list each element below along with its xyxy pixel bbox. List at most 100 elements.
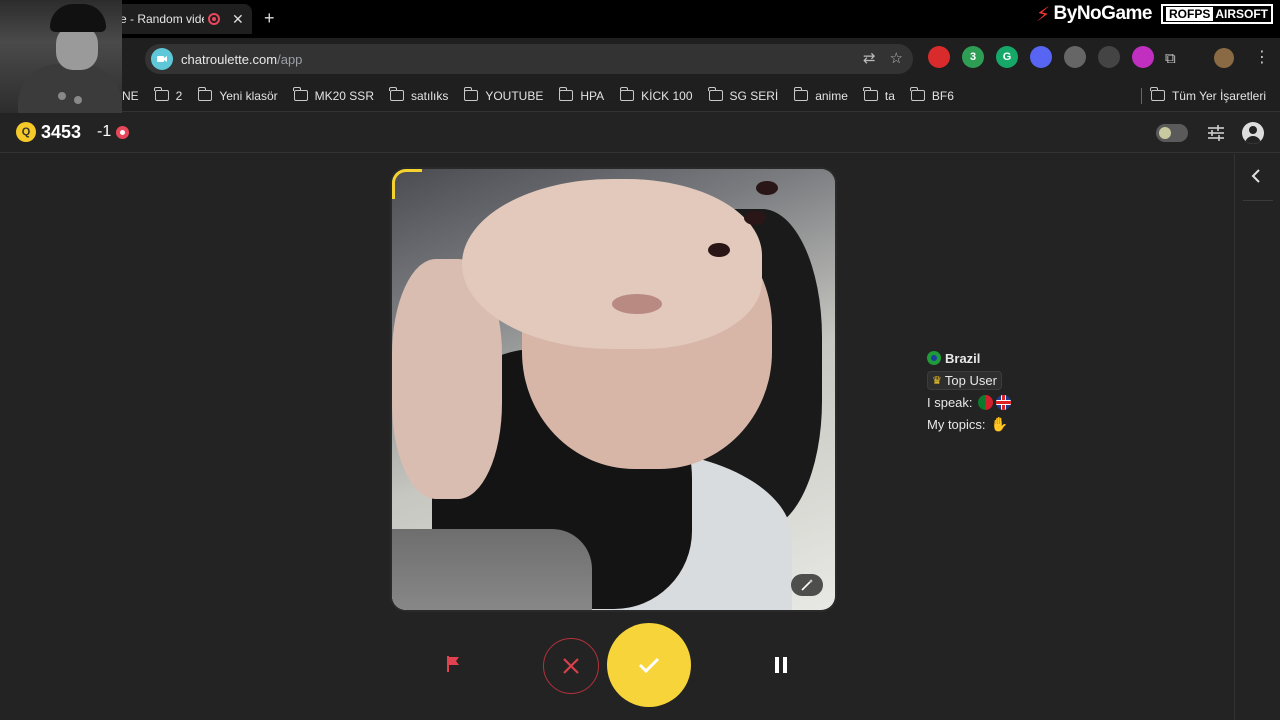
folder-icon	[863, 87, 878, 101]
bookmark-item[interactable]: MK20 SSR	[293, 87, 374, 103]
filters-icon[interactable]	[1206, 123, 1226, 143]
url-path: /app	[277, 51, 303, 67]
url-host: chatroulette.com	[181, 51, 278, 67]
bookmark-label: anime	[815, 88, 848, 103]
accept-button[interactable]	[607, 623, 691, 707]
bookmark-list: NE 2 Yeni klasör MK20 SSR satılıks YOUTUBE HPA…	[122, 87, 970, 103]
bookmark-item[interactable]: satılıks	[389, 87, 449, 103]
waving-hand-icon: ✋	[990, 415, 1008, 432]
bynogame-text: ByNoGame	[1053, 3, 1153, 24]
url-text[interactable]: chatroulette.com/app	[181, 52, 302, 67]
webcam-figure-cap	[50, 4, 106, 32]
shield-ext-icon[interactable]	[1064, 46, 1086, 68]
all-bookmarks-label: Tüm Yer İşaretleri	[1171, 88, 1266, 103]
all-bookmarks-button[interactable]: Tüm Yer İşaretleri	[1150, 87, 1266, 103]
medal-icon	[58, 92, 66, 100]
folder-icon	[154, 87, 169, 101]
folder-icon	[708, 87, 723, 101]
top-user-badge: ♛ Top User	[927, 370, 1002, 390]
bookmark-label: 2	[175, 88, 183, 103]
active-tab[interactable]: e - Random vide ✕	[110, 4, 252, 34]
medal-icon	[74, 96, 82, 104]
green-badge-ext-icon[interactable]: 3	[962, 46, 984, 68]
video-hand	[462, 179, 762, 349]
site-favicon-icon	[151, 48, 173, 70]
video-lips	[612, 294, 662, 314]
bookmark-label: NE	[122, 88, 139, 103]
bookmark-label: SG SERİ	[729, 88, 779, 103]
close-icon	[563, 658, 579, 674]
coin-delta: -1	[97, 123, 112, 140]
folder-icon	[293, 87, 308, 101]
brazil-flag-icon	[927, 351, 941, 365]
bookmark-label: satılıks	[410, 88, 449, 103]
recording-icon	[208, 13, 220, 25]
bookmark-item[interactable]: NE	[122, 89, 139, 103]
bookmark-item[interactable]: 2	[154, 87, 183, 103]
diamond-ext-icon[interactable]	[1098, 46, 1120, 68]
check-icon	[638, 657, 660, 674]
new-tab-button[interactable]: +	[264, 8, 275, 29]
profile-avatar[interactable]	[1214, 48, 1234, 68]
theme-toggle[interactable]	[1156, 124, 1188, 142]
top-user-label: Top User	[944, 372, 997, 388]
video-effects-button[interactable]	[791, 574, 823, 596]
tab-close-icon[interactable]: ✕	[232, 11, 244, 28]
bookmark-item[interactable]: Yeni klasör	[197, 87, 278, 103]
app-header: Q 3453 -1	[0, 113, 1280, 153]
bookmarks-divider	[1141, 88, 1142, 104]
record-dot-icon	[116, 126, 129, 139]
skip-button[interactable]	[543, 638, 599, 694]
red-shield-ext-icon[interactable]	[928, 46, 950, 68]
video-nail	[744, 211, 766, 225]
airsoft-text: AIRSOFT	[1215, 7, 1269, 21]
folder-icon	[197, 87, 213, 101]
portugal-flag-icon	[977, 394, 993, 410]
folder-icon	[389, 87, 404, 101]
partner-video	[392, 169, 835, 610]
bynogame-logo: ⚡ ByNoGame	[1036, 2, 1152, 26]
bookmark-item[interactable]: anime	[793, 87, 848, 103]
folder-icon	[463, 87, 479, 101]
rofps-logo: ROFPS AIRSOFT	[1161, 4, 1274, 24]
uk-flag-icon	[995, 394, 1011, 410]
folder-icon	[619, 87, 635, 101]
tab-strip: e - Random vide ✕ + ⚡ ByNoGame ROFPS AIR…	[0, 0, 1280, 38]
bookmark-label: Yeni klasör	[219, 88, 278, 103]
extensions-puzzle-icon[interactable]: ⧉	[1165, 50, 1176, 67]
bookmark-item[interactable]: KİCK 100	[619, 87, 693, 103]
pause-button[interactable]	[769, 653, 793, 677]
bookmark-item[interactable]: BF6	[910, 87, 954, 103]
bookmark-label: ta	[884, 88, 895, 103]
bolt-icon: ⚡	[1036, 3, 1050, 26]
bookmark-star-icon[interactable]: ☆	[890, 49, 903, 67]
partner-country: Brazil	[945, 350, 981, 366]
folder-icon	[910, 87, 925, 101]
bookmark-label: BF6	[931, 88, 954, 103]
side-divider	[1243, 200, 1273, 201]
browser-menu-icon[interactable]: ⋮	[1254, 47, 1270, 67]
bookmark-item[interactable]: SG SERİ	[708, 87, 779, 103]
bookmark-item[interactable]: ta	[863, 87, 895, 103]
report-flag-button[interactable]	[440, 651, 466, 677]
address-bar[interactable]: chatroulette.com/app ⇄ ☆	[145, 44, 913, 74]
coin-icon: Q	[16, 122, 36, 142]
loading-arc	[392, 169, 422, 199]
account-icon[interactable]	[1242, 122, 1264, 144]
webcam-figure-face	[56, 26, 98, 70]
magic-wand-icon	[801, 579, 813, 591]
chevron-left-icon[interactable]	[1249, 168, 1265, 184]
speak-label: I speak:	[927, 394, 973, 410]
grammarly-ext-icon[interactable]: G	[996, 46, 1018, 68]
bookmark-label: MK20 SSR	[314, 88, 374, 103]
translate-icon[interactable]: ⇄	[863, 49, 876, 67]
magenta-ext-icon[interactable]	[1132, 46, 1154, 68]
pause-icon	[775, 657, 787, 673]
discord-ext-icon[interactable]	[1030, 46, 1052, 68]
video-nail	[756, 181, 778, 195]
bookmark-item[interactable]: YOUTUBE	[463, 87, 543, 103]
bookmarks-bar: NE 2 Yeni klasör MK20 SSR satılıks YOUTUBE HPA…	[0, 80, 1280, 112]
bookmark-item[interactable]: HPA	[558, 87, 604, 103]
bookmark-label: KİCK 100	[641, 88, 693, 103]
chat-side-panel	[1234, 154, 1280, 720]
